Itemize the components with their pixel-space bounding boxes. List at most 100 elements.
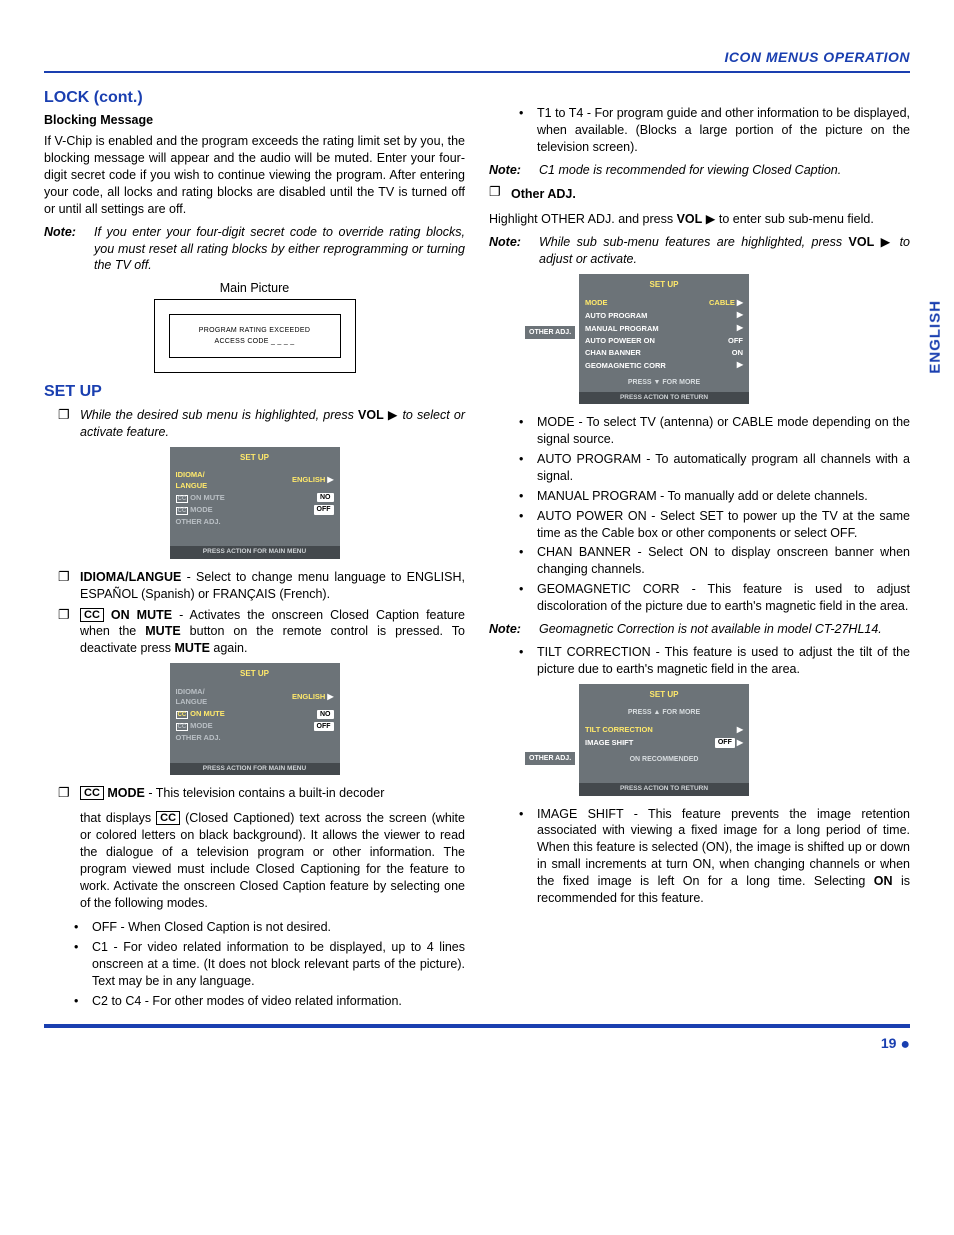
left-column: LOCK (cont.) Blocking Message If V-Chip … xyxy=(44,81,465,1014)
osd1-footer: PRESS ACTION FOR MAIN MENU xyxy=(170,546,340,559)
tilt-bullet-list: • TILT CORRECTION - This feature is used … xyxy=(519,644,910,678)
blocking-subheading: Blocking Message xyxy=(44,112,465,129)
note-geo: Note: Geomagnetic Correction is not avai… xyxy=(489,621,910,638)
note-sub-pre: While sub sub-menu features are highligh… xyxy=(539,235,849,249)
onmute-mute2: MUTE xyxy=(175,641,210,655)
bullet-icon: • xyxy=(74,993,82,1010)
note-label: Note: xyxy=(489,621,529,638)
cc-mini-icon: CC xyxy=(176,495,189,503)
item-onmute: ❐ CC ON MUTE - Activates the onscreen Cl… xyxy=(58,607,465,658)
fig-line2: ACCESS CODE _ _ _ _ xyxy=(170,337,340,346)
osd4-side-tab: OTHER ADJ. xyxy=(525,752,575,765)
mode-bullet-list: • OFF - When Closed Caption is not desire… xyxy=(74,919,465,1009)
setup-heading: SET UP xyxy=(44,381,465,403)
item-mode-body: CC MODE - This television contains a bui… xyxy=(80,785,465,915)
triangle-right-icon: ▶ xyxy=(737,738,743,749)
other-intro-post: to enter sub sub-menu field. xyxy=(715,212,873,226)
osd3-r1-l: AUTO PROGRAM xyxy=(585,311,647,321)
osd2-r3-l: OTHER ADJ. xyxy=(176,733,221,743)
osd4-r1-pill: OFF xyxy=(715,738,735,747)
bullet-icon: • xyxy=(519,544,527,578)
bullet-icon: • xyxy=(519,414,527,448)
main-picture-caption: Main Picture xyxy=(44,280,465,297)
t1t4-list: •T1 to T4 - For program guide and other … xyxy=(519,105,910,156)
bullet-icon: • xyxy=(519,581,527,615)
bullet-icon: • xyxy=(74,919,82,936)
osd2-title: SET UP xyxy=(170,669,340,680)
blocking-paragraph: If V-Chip is enabled and the program exc… xyxy=(44,133,465,217)
item-idioma: ❐ IDIOMA/LANGUE - Select to change menu … xyxy=(58,569,465,603)
osd3-r4-l: CHAN BANNER xyxy=(585,348,641,358)
bullet-icon: • xyxy=(519,806,527,907)
osd1-r0-r: ENGLISH xyxy=(292,475,325,485)
cc-mini-icon: CC xyxy=(176,711,189,719)
bullet-icon: • xyxy=(519,488,527,505)
fig-line1: PROGRAM RATING EXCEEDED xyxy=(170,326,340,335)
osd4-title: SET UP xyxy=(579,690,749,701)
mode-body2-pre: that displays xyxy=(80,811,156,825)
footer-rule xyxy=(44,1024,910,1028)
t1t4-text: T1 to T4 - For program guide and other i… xyxy=(537,105,910,156)
osd2-r2-pill: OFF xyxy=(314,722,334,731)
osd3-footer: PRESS ACTION TO RETURN xyxy=(579,392,749,405)
other-intro: Highlight OTHER ADJ. and press VOL ▶ to … xyxy=(489,211,910,228)
is-on: ON xyxy=(874,874,893,888)
ob2: MANUAL PROGRAM - To manually add or dele… xyxy=(537,488,910,505)
osd3-r3-l: AUTO POWEER ON xyxy=(585,336,655,346)
is-pre: IMAGE SHIFT - This feature prevents the … xyxy=(537,807,910,889)
osd2-r1-l: ON MUTE xyxy=(190,709,225,718)
cc-box-icon: CC xyxy=(80,608,104,622)
ob0: MODE - To select TV (antenna) or CABLE m… xyxy=(537,414,910,448)
osd2-r0-r: ENGLISH xyxy=(292,692,325,702)
note-override: Note: If you enter your four-digit secre… xyxy=(44,224,465,275)
osd3-r2-l: MANUAL PROGRAM xyxy=(585,324,659,334)
item-onmute-body: CC ON MUTE - Activates the onscreen Clos… xyxy=(80,607,465,658)
osd2-footer: PRESS ACTION FOR MAIN MENU xyxy=(170,763,340,776)
tilt-text: TILT CORRECTION - This feature is used t… xyxy=(537,644,910,678)
note-body: While sub sub-menu features are highligh… xyxy=(539,234,910,268)
osd3-prefooter: PRESS ▼ FOR MORE xyxy=(579,372,749,391)
note-body: C1 mode is recommended for viewing Close… xyxy=(539,162,910,179)
other-intro-pre: Highlight OTHER ADJ. and press xyxy=(489,212,677,226)
checkbox-icon: ❐ xyxy=(58,785,72,915)
triangle-right-icon: ▶ xyxy=(327,692,333,703)
cc-mini-icon: CC xyxy=(176,723,189,731)
main-picture-inner: PROGRAM RATING EXCEEDED ACCESS CODE _ _ … xyxy=(169,314,341,358)
setup-intro-pre: While the desired sub menu is highlighte… xyxy=(80,408,358,422)
bullet-icon: • xyxy=(519,644,527,678)
triangle-right-icon: ▶ xyxy=(737,725,743,736)
osd4-r0-l: TILT CORRECTION xyxy=(585,725,653,735)
osd4-r1-l: IMAGE SHIFT xyxy=(585,738,633,748)
onmute-label: ON MUTE xyxy=(111,608,172,622)
osd2-r0-l: IDIOMA/ LANGUE xyxy=(176,687,208,707)
page-number: 19 ● xyxy=(44,1034,910,1056)
mode-b1: C1 - For video related information to be… xyxy=(92,939,465,990)
note-body: Geomagnetic Correction is not available … xyxy=(539,621,910,638)
bullet-icon: • xyxy=(519,451,527,485)
osd1-r1-l: ON MUTE xyxy=(190,493,225,502)
page-dot-icon: ● xyxy=(900,1036,910,1053)
image-shift-list: • IMAGE SHIFT - This feature prevents th… xyxy=(519,806,910,907)
item-idioma-body: IDIOMA/LANGUE - Select to change menu la… xyxy=(80,569,465,603)
cc-mini-icon: CC xyxy=(176,507,189,515)
note-sub-vol: VOL xyxy=(849,235,875,249)
mode-body1: - This television contains a built-in de… xyxy=(145,786,384,800)
mode-b2: C2 to C4 - For other modes of video rela… xyxy=(92,993,465,1010)
triangle-right-icon: ▶ xyxy=(327,475,333,486)
item-mode: ❐ CC MODE - This television contains a b… xyxy=(58,785,465,915)
note-label: Note: xyxy=(44,224,84,275)
main-picture-figure: PROGRAM RATING EXCEEDED ACCESS CODE _ _ … xyxy=(154,299,356,373)
setup-intro-body: While the desired sub menu is highlighte… xyxy=(80,407,465,441)
osd3-side-tab: OTHER ADJ. xyxy=(525,326,575,339)
bullet-icon: • xyxy=(519,508,527,542)
setup-intro-vol: VOL xyxy=(358,408,384,422)
two-column-layout: LOCK (cont.) Blocking Message If V-Chip … xyxy=(44,81,910,1014)
osd3-r5-l: GEOMAGNETIC CORR xyxy=(585,361,666,371)
osd3-r0-r: CABLE xyxy=(709,298,735,308)
note-subsub: Note: While sub sub-menu features are hi… xyxy=(489,234,910,268)
mode-b0: OFF - When Closed Caption is not desired… xyxy=(92,919,465,936)
osd2-r2-l: MODE xyxy=(190,721,213,730)
osd1-r2-pill: OFF xyxy=(314,505,334,514)
image-shift-body: IMAGE SHIFT - This feature prevents the … xyxy=(537,806,910,907)
ob3: AUTO POWER ON - Select SET to power up t… xyxy=(537,508,910,542)
